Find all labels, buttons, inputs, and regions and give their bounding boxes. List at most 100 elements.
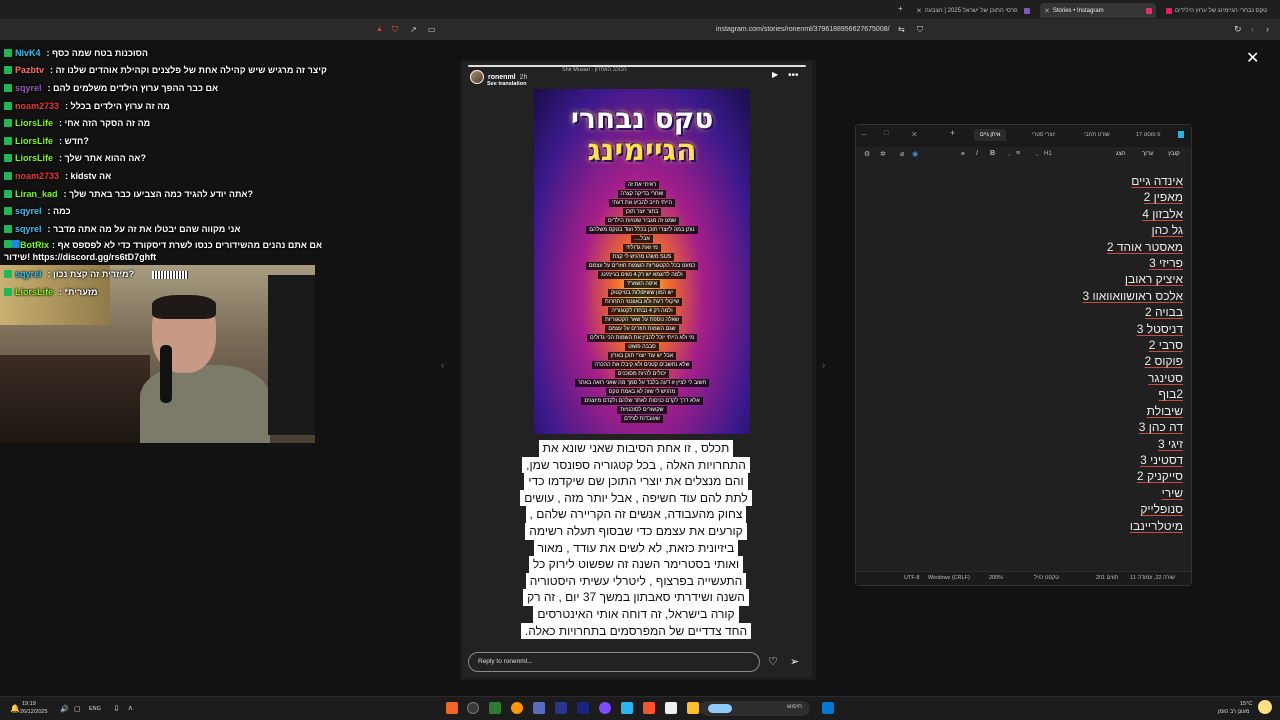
chevron-down-icon[interactable]: ⌄: [1006, 150, 1012, 158]
app-icon[interactable]: [511, 702, 523, 714]
chevron-down-icon[interactable]: ⌄: [1034, 150, 1040, 158]
previous-story-icon[interactable]: ‹: [441, 360, 444, 371]
chat-message: sqyrel : אם כבר ההפך ערוץ הילדים משלמים ל…: [0, 79, 330, 97]
copilot-icon[interactable]: ✲: [880, 150, 886, 158]
close-icon[interactable]: ✕: [1044, 7, 1050, 15]
app-icon[interactable]: [533, 702, 545, 714]
share-icon[interactable]: ↗: [410, 25, 417, 34]
spellcheck-icon[interactable]: ◉: [912, 150, 918, 158]
network-icon[interactable]: ▢: [74, 705, 81, 713]
app-icon[interactable]: [665, 702, 677, 714]
weather-temp[interactable]: 15°C: [1240, 701, 1252, 707]
tab-content-awards[interactable]: ✕ פרסי התוכן של ישראל 2025 | הצבעה: [912, 3, 1034, 18]
chat-text: : אם כבר ההפך ערוץ הילדים משלמים להם: [47, 82, 219, 93]
language-indicator[interactable]: ENG: [89, 706, 101, 712]
chat-username[interactable]: sqyrel: [15, 205, 42, 217]
streamer: [140, 295, 270, 443]
maximize-icon[interactable]: □: [884, 130, 888, 137]
chat-username[interactable]: sqyrel: [15, 223, 42, 235]
weather-desc[interactable]: מעונן רב הזמן: [1218, 709, 1249, 715]
bold-icon[interactable]: B: [990, 150, 995, 157]
chat-username[interactable]: Liran_kad: [15, 188, 58, 200]
tab-instagram-stories[interactable]: ✕ Stories • Instagram: [1040, 3, 1156, 18]
minimize-icon[interactable]: –: [862, 130, 866, 139]
list-icon[interactable]: ≡: [1016, 150, 1020, 157]
back-icon[interactable]: ‹: [1251, 24, 1254, 34]
link-icon[interactable]: ⚭: [960, 150, 966, 158]
clock-time[interactable]: 19:19: [22, 701, 36, 707]
story-text-line: השנה ושידרתי סאבתון במשך 37 יום , זה רק: [523, 589, 749, 606]
translate-icon[interactable]: ⇆: [898, 25, 905, 34]
heading-select[interactable]: H1: [1044, 151, 1052, 157]
clear-format-icon[interactable]: ⌀: [900, 150, 904, 158]
chat-username[interactable]: LiorsLife: [15, 286, 53, 298]
start-icon[interactable]: [822, 702, 834, 714]
chat-username[interactable]: LiorsLife: [15, 152, 53, 164]
close-icon[interactable]: ✕: [911, 130, 918, 139]
chat-username[interactable]: Pazbtv: [15, 64, 44, 76]
story-text-line: החד צדדיים של המפרסמים בתחרויות כאלה.: [520, 622, 752, 640]
next-story-icon[interactable]: ›: [822, 360, 825, 371]
chat-username[interactable]: BotRix: [20, 240, 49, 250]
bookmark-icon[interactable]: ⛉: [917, 25, 923, 35]
forward-icon[interactable]: ›: [1266, 24, 1269, 34]
notepad-tab-2[interactable]: יוצרי סטרי: [1032, 132, 1055, 138]
send-icon[interactable]: ➢: [790, 655, 799, 668]
after-effects-icon[interactable]: [555, 702, 567, 714]
new-tab-icon[interactable]: +: [950, 128, 955, 138]
clock-date[interactable]: 26/12/2025: [20, 709, 48, 715]
notepad-tab-4[interactable]: פ פוסט 17: [1136, 132, 1161, 138]
file-explorer-icon[interactable]: [687, 702, 699, 714]
poster-line: שמנו זה מגביר שטויות הילדים: [604, 217, 679, 225]
menu-file[interactable]: קובץ: [1168, 151, 1180, 157]
chevron-up-icon[interactable]: ˄: [128, 704, 133, 713]
telegram-icon[interactable]: [621, 702, 633, 714]
chat-username[interactable]: sqyrel: [15, 268, 42, 280]
avatar[interactable]: [470, 70, 484, 84]
notepad-tab-1[interactable]: איתן גיים: [974, 129, 1007, 141]
reload-icon[interactable]: ↻: [1234, 24, 1242, 35]
reply-input[interactable]: Reply to ronenml...: [468, 652, 760, 672]
story-text-line: קורעים את עצמם כדי שבסוף תעלה רשימה: [525, 522, 747, 540]
chat-username[interactable]: noam2733: [15, 100, 59, 112]
menu-view[interactable]: הצג: [1116, 151, 1126, 157]
close-icon[interactable]: ✕: [1246, 48, 1259, 68]
settings-icon[interactable]: ⚙: [864, 150, 870, 158]
premiere-icon[interactable]: [577, 702, 589, 714]
usb-icon[interactable]: ⇩: [113, 704, 120, 713]
chat-badge-icon: [4, 101, 12, 110]
tab-gaming-awards[interactable]: טקס נבחרי הגיימינג של ערוץ הילידים: [1162, 3, 1274, 18]
italic-icon[interactable]: I: [976, 150, 978, 157]
brave-rewards-icon[interactable]: ▲: [376, 26, 383, 33]
spreadsheet-icon[interactable]: [489, 702, 501, 714]
chat-username[interactable]: LiorsLife: [15, 135, 53, 147]
notepad-text-area[interactable]: אינדה גיים מאפין 2 אלבזון 4 גל כהן מאסטר אוה…: [1082, 173, 1183, 534]
weather-icon[interactable]: [1258, 700, 1272, 714]
obs-icon[interactable]: [467, 702, 479, 714]
url-field[interactable]: instagram.com/stories/ronenml/3796188956…: [716, 26, 890, 33]
brave-shield-icon[interactable]: ⛉: [392, 25, 398, 35]
new-tab-button[interactable]: +: [898, 4, 903, 13]
discord-icon[interactable]: [599, 702, 611, 714]
chat-username[interactable]: sqyrel: [15, 82, 42, 94]
see-translation-link[interactable]: See translation: [487, 81, 526, 87]
chat-username[interactable]: LiorsLife: [15, 117, 53, 129]
story-username[interactable]: ronenml: [488, 74, 516, 81]
chat-username[interactable]: noam2733: [15, 170, 59, 182]
heart-icon[interactable]: ♡: [768, 655, 778, 668]
status-encoding: UTF-8: [904, 575, 920, 581]
story-music[interactable]: Shir Musari · הכוכב האחרון: [562, 67, 627, 73]
play-icon[interactable]: ▶: [772, 70, 778, 79]
chat-username[interactable]: NivK4: [15, 47, 41, 59]
brave-icon[interactable]: [643, 702, 655, 714]
menu-edit[interactable]: ערוך: [1142, 151, 1153, 157]
notepad-tab-3[interactable]: שורט תחבי: [1084, 132, 1110, 138]
address-bar: ▲ ⛉ ↗ ▭ instagram.com/stories/ronenml/37…: [0, 20, 1280, 40]
more-options-icon[interactable]: •••: [788, 70, 799, 81]
app-icon[interactable]: [446, 702, 458, 714]
chat-text: : מיזרית זה קצת נכון?: [47, 269, 135, 280]
reader-icon[interactable]: ▭: [428, 25, 436, 34]
volume-icon[interactable]: 🔊: [60, 705, 69, 713]
notification-icon[interactable]: 🔔: [10, 704, 20, 713]
close-icon[interactable]: ✕: [916, 7, 922, 15]
